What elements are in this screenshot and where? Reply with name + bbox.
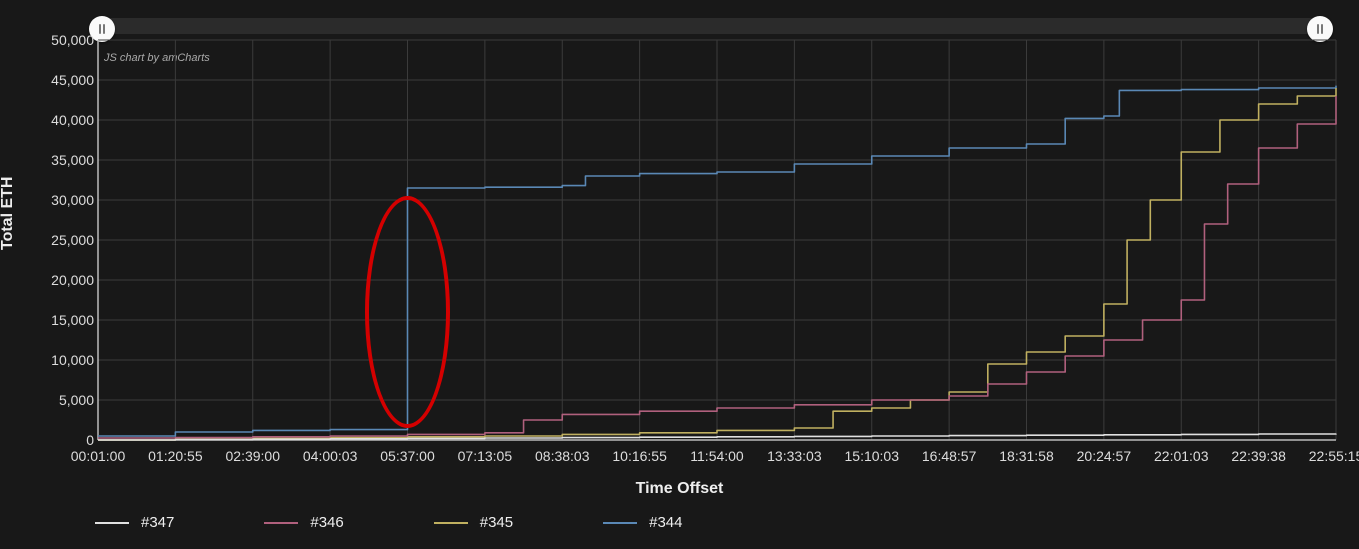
y-tick: 20,000 [51, 272, 94, 288]
y-tick: 50,000 [51, 32, 94, 48]
legend-swatch [264, 522, 298, 524]
x-tick: 13:33:03 [767, 448, 822, 464]
y-tick: 15,000 [51, 312, 94, 328]
legend-swatch [95, 522, 129, 524]
x-tick: 00:01:00 [71, 448, 126, 464]
x-tick: 05:37:00 [380, 448, 435, 464]
x-tick: 22:01:03 [1154, 448, 1209, 464]
legend-label: #345 [480, 514, 513, 531]
x-tick: 08:38:03 [535, 448, 590, 464]
legend-item-344[interactable]: #344 [603, 514, 682, 531]
legend-item-345[interactable]: #345 [434, 514, 513, 531]
legend-item-347[interactable]: #347 [95, 514, 174, 531]
x-tick: 04:00:03 [303, 448, 358, 464]
y-tick: 25,000 [51, 232, 94, 248]
x-axis-label: Time Offset [0, 480, 1359, 498]
x-tick: 01:20:55 [148, 448, 203, 464]
x-tick: 20:24:57 [1077, 448, 1132, 464]
legend: #347 #346 #345 #344 [95, 514, 1327, 531]
y-tick: 0 [86, 432, 94, 448]
annotation-ellipse [365, 196, 450, 428]
x-tick: 22:55:15 [1309, 448, 1359, 464]
x-tick: 02:39:00 [226, 448, 281, 464]
chart-plot [0, 0, 1359, 549]
legend-swatch [603, 522, 637, 524]
legend-label: #346 [310, 514, 343, 531]
x-tick: 16:48:57 [922, 448, 977, 464]
x-tick: 11:54:00 [690, 448, 743, 464]
legend-swatch [434, 522, 468, 524]
y-tick: 5,000 [59, 392, 94, 408]
chart-container: JS chart by amCharts Total ETH Time Offs… [0, 0, 1359, 549]
x-tick: 07:13:05 [458, 448, 513, 464]
y-tick: 30,000 [51, 192, 94, 208]
y-tick: 45,000 [51, 72, 94, 88]
y-tick: 10,000 [51, 352, 94, 368]
legend-label: #344 [649, 514, 682, 531]
y-tick: 40,000 [51, 112, 94, 128]
x-tick: 10:16:55 [612, 448, 667, 464]
y-tick: 35,000 [51, 152, 94, 168]
legend-item-346[interactable]: #346 [264, 514, 343, 531]
y-axis-label: Total ETH [0, 177, 17, 250]
x-tick: 22:39:38 [1231, 448, 1286, 464]
legend-label: #347 [141, 514, 174, 531]
x-tick: 18:31:58 [999, 448, 1054, 464]
x-tick: 15:10:03 [845, 448, 900, 464]
